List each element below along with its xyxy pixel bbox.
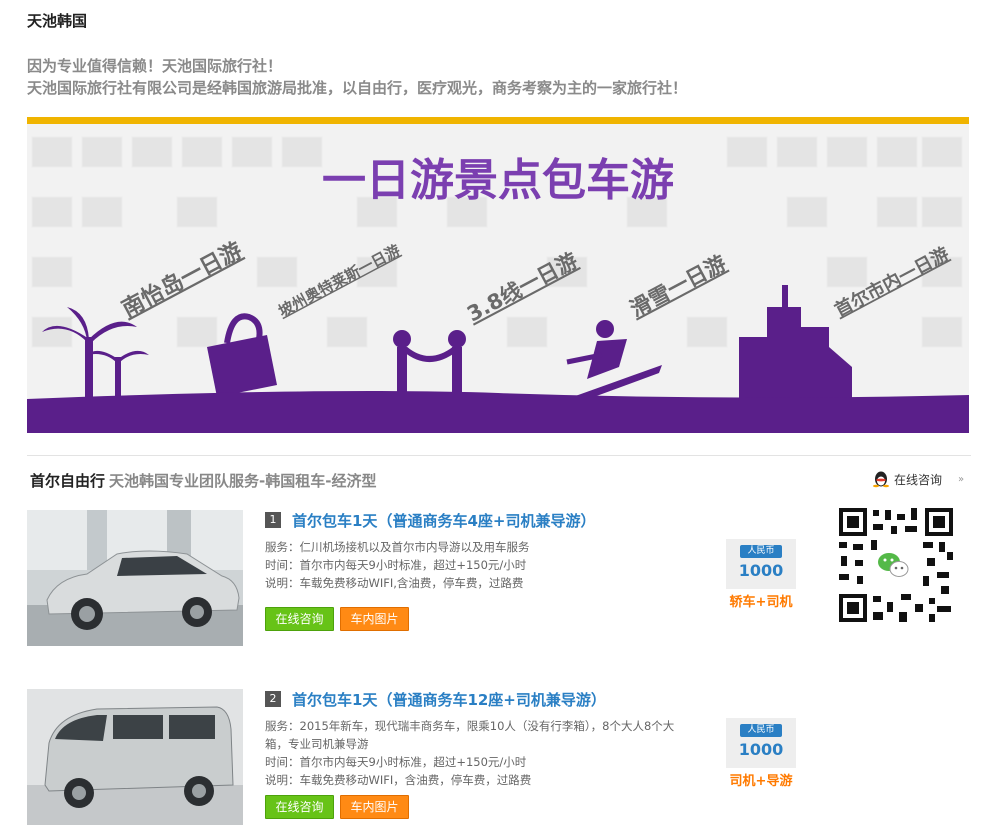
product-1-price-note: 轿车+司机	[729, 595, 793, 610]
product-1-consult-button[interactable]: 在线咨询	[265, 607, 334, 631]
product-1-photo[interactable]	[27, 510, 243, 646]
product-1-time: 时间：首尔市内每天9小时标准，超过+150元/小时	[265, 558, 527, 572]
section-divider	[27, 455, 971, 456]
product-1-photos-button[interactable]: 车内图片	[340, 607, 409, 631]
product-2-price-value: 1000	[738, 740, 784, 759]
product-2-number: 2	[265, 691, 281, 707]
site-title: 天池韩国	[27, 12, 88, 30]
product-1-price-label: 人民币	[740, 545, 782, 558]
product-2-description: 服务：2015年新车，现代瑞丰商务车，限乘10人（没有行李箱），8个大人8个大箱…	[265, 717, 675, 789]
online-consult-label: 在线咨询	[894, 472, 943, 487]
slogan-line-2: 天池国际旅行社有限公司是经韩国旅游局批准，以自由行，医疗观光，商务考察为主的一家…	[27, 79, 688, 97]
qq-penguin-icon	[873, 471, 889, 488]
product-2-price-label: 人民币	[740, 724, 782, 737]
product-1-price-value: 1000	[738, 561, 784, 580]
product-2-consult-button[interactable]: 在线咨询	[265, 795, 334, 819]
section-subtitle: 天池韩国专业团队服务-韩国租车-经济型	[109, 472, 377, 490]
product-1-service: 服务：仁川机场接机以及首尔市内导游以及用车服务	[265, 540, 530, 554]
product-2-note: 说明：车载免费移动WIFI，含油费，停车费，过路费	[265, 773, 532, 787]
wechat-qr-code	[837, 506, 955, 624]
product-2-photos-button[interactable]: 车内图片	[340, 795, 409, 819]
product-2-photo[interactable]	[27, 689, 243, 825]
online-consult-link[interactable]: 在线咨询	[872, 470, 942, 488]
product-1-price: 人民币 1000 轿车+司机	[726, 539, 796, 610]
promo-banner[interactable]: 一日游景点包车游 南怡岛一日游 坡州奥特莱斯一日游 3.8线一日游 滑雪一日游 …	[27, 117, 969, 433]
product-1-number: 1	[265, 512, 281, 528]
product-1-title[interactable]: 首尔包车1天（普通商务车4座+司机兼导游）	[292, 510, 595, 531]
product-2-price-note: 司机+导游	[729, 774, 793, 789]
product-2-price: 人民币 1000 司机+导游	[726, 718, 796, 789]
product-2-title[interactable]: 首尔包车1天（普通商务车12座+司机兼导游）	[292, 689, 606, 710]
banner-headline: 一日游景点包车游	[322, 155, 674, 206]
section-title: 首尔自由行	[30, 472, 106, 490]
section-header: 首尔自由行 天池韩国专业团队服务-韩国租车-经济型	[30, 470, 376, 491]
slogan-line-1: 因为专业值得信赖！天池国际旅行社！	[27, 57, 283, 75]
product-1-note: 说明：车载免费移动WIFI,含油费，停车费，过路费	[265, 576, 524, 590]
wechat-icon	[876, 548, 909, 580]
product-2-time: 时间：首尔市内每天9小时标准，超过+150元/小时	[265, 755, 527, 769]
more-arrow-icon[interactable]: »	[958, 474, 964, 485]
product-1-description: 服务：仁川机场接机以及首尔市内导游以及用车服务 时间：首尔市内每天9小时标准，超…	[265, 538, 685, 592]
product-2-service: 服务：2015年新车，现代瑞丰商务车，限乘10人（没有行李箱），8个大人8个大箱…	[265, 719, 675, 751]
